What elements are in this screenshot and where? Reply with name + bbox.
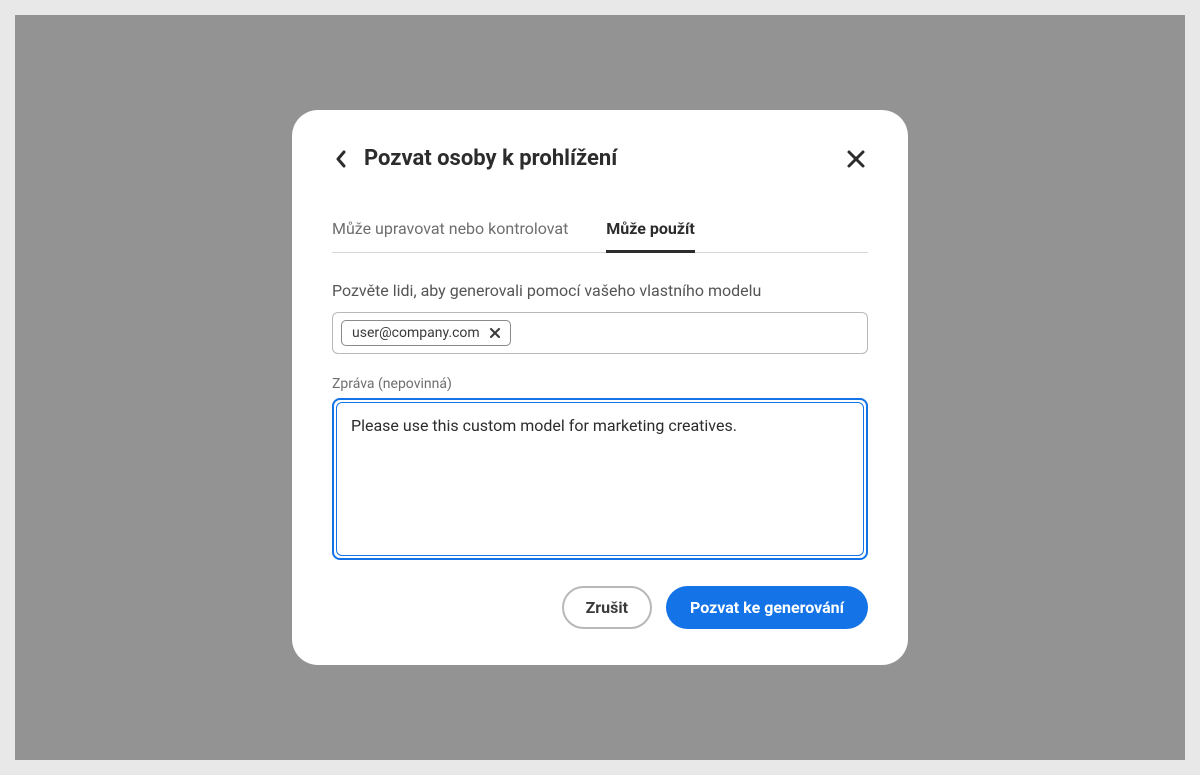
message-field-focus-ring [332,398,868,560]
cancel-button[interactable]: Zrušit [562,586,652,629]
email-chip-label: user@company.com [352,325,480,341]
tab-can-edit-review[interactable]: Může upravovat nebo kontrolovat [332,219,568,252]
dialog-title: Pozvat osoby k prohlížení [364,146,617,171]
invite-instruction: Pozvěte lidi, aby generovali pomocí vaše… [332,281,868,300]
invite-button[interactable]: Pozvat ke generování [666,586,868,629]
permission-tabs: Může upravovat nebo kontrolovat Může pou… [332,219,868,253]
header-left-group: Pozvat osoby k prohlížení [332,146,617,171]
close-icon[interactable] [844,147,868,171]
email-input[interactable]: user@company.com [332,312,868,354]
chip-remove-icon[interactable] [488,326,502,340]
dialog-actions: Zrušit Pozvat ke generování [332,586,868,629]
message-field-border [336,402,864,556]
tab-can-use[interactable]: Může použít [606,219,695,252]
back-icon[interactable] [332,150,350,168]
message-label: Zpráva (nepovinná) [332,376,868,392]
dialog-header: Pozvat osoby k prohlížení [332,146,868,171]
invite-dialog: Pozvat osoby k prohlížení Může upravovat… [292,110,908,665]
message-textarea[interactable] [351,415,849,539]
page-backdrop: Pozvat osoby k prohlížení Může upravovat… [15,15,1185,760]
email-chip: user@company.com [341,320,511,346]
